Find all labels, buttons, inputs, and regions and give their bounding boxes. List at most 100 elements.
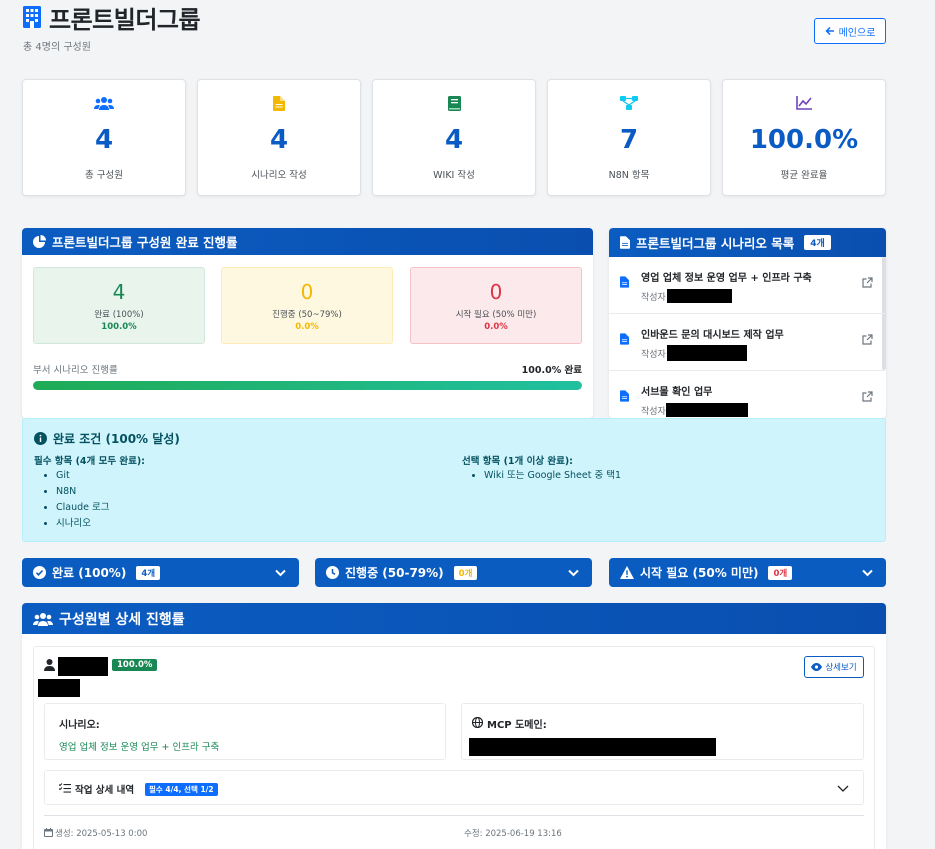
stat-value: 4 bbox=[269, 125, 289, 155]
completed-box: 4 완료 (100%) 100.0% bbox=[33, 267, 205, 344]
task-detail-label: 작업 상세 내역 bbox=[75, 785, 135, 796]
conditions-header: 완료 조건 (100% 달성) bbox=[34, 430, 180, 447]
chart-pie-icon bbox=[33, 235, 46, 248]
required-item: Claude 로그 bbox=[56, 500, 110, 516]
redacted-mcp-domain bbox=[469, 738, 716, 756]
progress-panel-title: 프론트빌더그룹 구성원 완료 진행률 bbox=[52, 235, 238, 250]
collapse-completed[interactable]: 완료 (100%) 4개 bbox=[22, 558, 299, 587]
warning-triangle-icon bbox=[620, 566, 634, 579]
stat-card-members: 4 총 구성원 bbox=[22, 79, 186, 196]
network-icon bbox=[620, 96, 638, 110]
in-progress-percent: 0.0% bbox=[295, 322, 319, 332]
redacted-author bbox=[667, 345, 747, 361]
collapse-count-badge: 0개 bbox=[453, 565, 478, 580]
required-items-list: Git N8N Claude 로그 시나리오 bbox=[23, 468, 110, 532]
in-progress-box: 0 진행중 (50~79%) 0.0% bbox=[221, 267, 393, 344]
scenario-item[interactable]: 인바운드 문의 대시보드 제작 업무 작성자: bbox=[609, 314, 885, 371]
collapse-count-badge: 4개 bbox=[136, 565, 161, 580]
building-icon bbox=[23, 6, 41, 28]
task-detail-badge: 필수 4/4, 선택 1/2 bbox=[145, 783, 218, 796]
member-panel-header: 구성원별 상세 진행률 bbox=[22, 603, 886, 634]
in-progress-count: 0 bbox=[300, 280, 314, 304]
external-link-icon[interactable] bbox=[862, 391, 873, 402]
book-icon bbox=[447, 96, 461, 111]
member-panel-title: 구성원별 상세 진행률 bbox=[59, 611, 185, 628]
required-item: N8N bbox=[56, 484, 110, 500]
stat-card-avg-completion: 100.0% 평균 완료율 bbox=[722, 79, 886, 196]
task-detail-accordion[interactable]: 작업 상세 내역 필수 4/4, 선택 1/2 bbox=[44, 770, 864, 805]
file-icon bbox=[273, 96, 285, 111]
not-started-box: 0 시작 필요 (50% 미만) 0.0% bbox=[410, 267, 582, 344]
clock-icon bbox=[326, 566, 339, 579]
external-link-icon[interactable] bbox=[862, 277, 873, 288]
stat-value: 4 bbox=[94, 125, 114, 155]
eye-icon bbox=[811, 663, 823, 671]
optional-items-list: Wiki 또는 Google Sheet 중 택1 bbox=[451, 468, 621, 484]
detail-view-button[interactable]: 상세보기 bbox=[804, 656, 864, 678]
progress-bar-label: 부서 시나리오 진행률 bbox=[33, 365, 118, 376]
member-card: 100.0% 상세보기 시나리오: 영업 업체 정보 운영 업무 + 인프라 구… bbox=[33, 646, 875, 849]
stat-label: 평균 완료율 bbox=[780, 170, 828, 181]
scenario-list-panel: 프론트빌더그룹 시나리오 목록 4개 영업 업체 정보 운영 업무 + 인프라 … bbox=[609, 228, 886, 418]
progress-bar-value: 100.0% 완료 bbox=[521, 365, 582, 376]
progress-bar bbox=[33, 381, 582, 390]
scenario-field: 시나리오: 영업 업체 정보 운영 업무 + 인프라 구축 bbox=[44, 703, 446, 760]
file-icon bbox=[620, 390, 629, 402]
scenario-field-label: 시나리오: bbox=[59, 720, 100, 731]
stat-label: 총 구성원 bbox=[85, 170, 123, 181]
scenario-count-badge: 4개 bbox=[804, 235, 831, 250]
external-link-icon[interactable] bbox=[862, 334, 873, 345]
stat-card-scenarios: 4 시나리오 작성 bbox=[197, 79, 361, 196]
redacted-member-name bbox=[58, 657, 108, 676]
back-to-main-button[interactable]: 메인으로 bbox=[814, 18, 886, 44]
chevron-down-icon bbox=[862, 569, 873, 577]
info-circle-icon bbox=[34, 432, 47, 445]
stat-value: 100.0% bbox=[749, 125, 859, 155]
stat-label: WIKI 작성 bbox=[433, 170, 475, 181]
divider bbox=[44, 815, 864, 816]
scenario-title: 인바운드 문의 대시보드 제작 업무 bbox=[641, 330, 784, 341]
collapse-not-started[interactable]: 시작 필요 (50% 미만) 0개 bbox=[609, 558, 886, 587]
calendar-icon bbox=[44, 828, 53, 837]
chevron-down-icon bbox=[275, 569, 286, 577]
stat-value: 4 bbox=[444, 125, 464, 155]
chart-line-icon bbox=[796, 96, 812, 110]
optional-item: Wiki 또는 Google Sheet 중 택1 bbox=[484, 468, 621, 484]
collapse-label: 시작 필요 (50% 미만) bbox=[640, 566, 759, 580]
scenario-item[interactable]: 서브몰 확인 업무 작성자: bbox=[609, 371, 885, 418]
scenario-panel-title: 프론트빌더그룹 시나리오 목록 bbox=[636, 236, 795, 251]
mcp-domain-label: MCP 도메인: bbox=[487, 720, 547, 731]
scenario-panel-header: 프론트빌더그룹 시나리오 목록 4개 bbox=[609, 228, 886, 257]
not-started-percent: 0.0% bbox=[484, 322, 508, 332]
scenario-item[interactable]: 영업 업체 정보 운영 업무 + 인프라 구축 작성자: bbox=[609, 257, 885, 314]
member-percent-badge: 100.0% bbox=[112, 659, 158, 671]
file-icon bbox=[620, 236, 630, 249]
page-subtitle: 총 4명의 구성원 bbox=[23, 42, 91, 53]
chevron-down-icon bbox=[837, 785, 849, 792]
redacted-author bbox=[666, 403, 748, 417]
users-icon bbox=[94, 97, 114, 110]
mcp-domain-field: MCP 도메인: bbox=[461, 703, 864, 760]
redacted-member-info bbox=[38, 679, 80, 697]
not-started-count: 0 bbox=[489, 280, 503, 304]
page-title: 프론트빌더그룹 bbox=[49, 6, 201, 34]
scenario-author-label: 작성자: bbox=[641, 350, 669, 360]
check-circle-icon bbox=[33, 566, 46, 579]
stat-card-wiki: 4 WIKI 작성 bbox=[372, 79, 536, 196]
collapse-label: 진행중 (50-79%) bbox=[345, 566, 444, 580]
completed-label: 완료 (100%) bbox=[94, 310, 144, 320]
collapse-in-progress[interactable]: 진행중 (50-79%) 0개 bbox=[315, 558, 592, 587]
file-icon bbox=[620, 276, 629, 288]
required-item: Git bbox=[56, 468, 110, 484]
stat-label: 시나리오 작성 bbox=[251, 170, 307, 181]
users-icon bbox=[33, 612, 53, 626]
stat-value: 7 bbox=[619, 125, 639, 155]
redacted-author bbox=[667, 289, 732, 303]
stat-label: N8N 항목 bbox=[608, 170, 650, 181]
completed-percent: 100.0% bbox=[101, 322, 137, 332]
scenario-author-label: 작성자: bbox=[641, 407, 669, 417]
modified-date: 수정: 2025-06-19 13:16 bbox=[464, 829, 562, 839]
created-date: 생성: 2025-05-13 0:00 bbox=[55, 829, 148, 839]
member-detail-panel: 구성원별 상세 진행률 100.0% 상세보기 시나리오: 영업 업체 정보 운… bbox=[22, 603, 886, 849]
completion-progress-panel: 프론트빌더그룹 구성원 완료 진행률 4 완료 (100%) 100.0% 0 … bbox=[22, 228, 593, 418]
